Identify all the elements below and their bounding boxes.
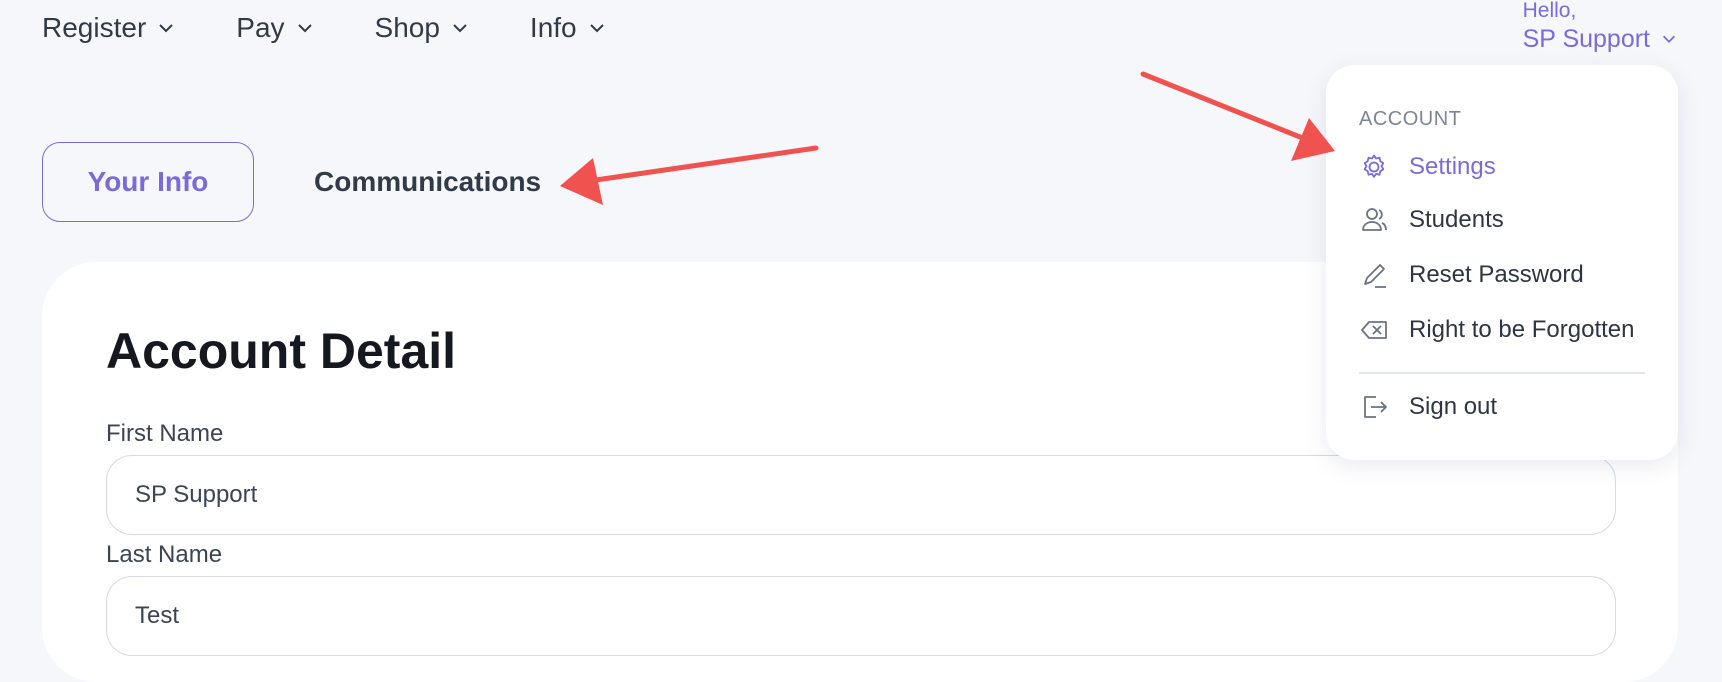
chevron-down-icon (589, 24, 604, 33)
nav-shop-label: Shop (374, 12, 440, 43)
user-greeting: Hello, (1522, 0, 1577, 22)
chevron-down-icon (453, 24, 467, 33)
main-nav: Register Pay Shop Info (42, 12, 667, 44)
gear-icon (1363, 154, 1385, 178)
menu-item-settings[interactable]: Settings (1359, 152, 1496, 182)
first-name-field[interactable] (106, 455, 1616, 535)
nav-register-label: Register (42, 12, 147, 43)
tab-bar: Your Info Communications (42, 142, 541, 222)
backspace-icon (1361, 321, 1387, 339)
nav-pay[interactable]: Pay (236, 12, 314, 44)
nav-register[interactable]: Register (42, 12, 176, 44)
menu-item-right-to-be-forgotten-label: Right to be Forgotten (1409, 316, 1635, 343)
user-menu[interactable]: Hello, SP Support (1523, 0, 1678, 56)
chevron-down-icon (159, 24, 173, 33)
arrow-to-communications (560, 145, 819, 205)
first-name-label: First Name (106, 420, 224, 447)
chevron-down-icon (297, 24, 312, 33)
last-name-field[interactable] (106, 576, 1616, 656)
menu-item-right-to-be-forgotten[interactable]: Right to be Forgotten (1359, 315, 1634, 345)
arrow-to-settings (1140, 71, 1335, 161)
menu-item-reset-password-label: Reset Password (1409, 261, 1584, 288)
chevron-down-icon (1662, 35, 1676, 43)
sign-out-icon (1364, 396, 1387, 418)
nav-shop[interactable]: Shop (375, 12, 470, 44)
nav-info[interactable]: Info (530, 12, 607, 44)
tab-your-info[interactable]: Your Info (42, 142, 254, 222)
menu-item-reset-password[interactable]: Reset Password (1359, 260, 1584, 290)
user-menu-toggle[interactable]: SP Support (1523, 22, 1678, 56)
menu-item-sign-out[interactable]: Sign out (1359, 392, 1497, 422)
page-title: Account Detail (106, 323, 457, 379)
tab-communications[interactable]: Communications (314, 166, 541, 198)
nav-info-label: Info (529, 12, 577, 43)
user-icon (1362, 208, 1387, 231)
menu-item-students-label: Students (1409, 206, 1504, 233)
user-name: SP Support (1522, 25, 1650, 53)
last-name-label: Last Name (106, 541, 223, 568)
nav-pay-label: Pay (236, 12, 285, 43)
menu-item-settings-label: Settings (1409, 153, 1496, 180)
account-dropdown: ACCOUNT Settings Students Reset Password… (1326, 65, 1678, 460)
menu-divider (1359, 372, 1645, 374)
pencil-icon (1364, 264, 1386, 288)
menu-item-sign-out-label: Sign out (1409, 393, 1498, 420)
menu-section-title: ACCOUNT (1359, 108, 1462, 130)
menu-item-students[interactable]: Students (1359, 205, 1504, 235)
